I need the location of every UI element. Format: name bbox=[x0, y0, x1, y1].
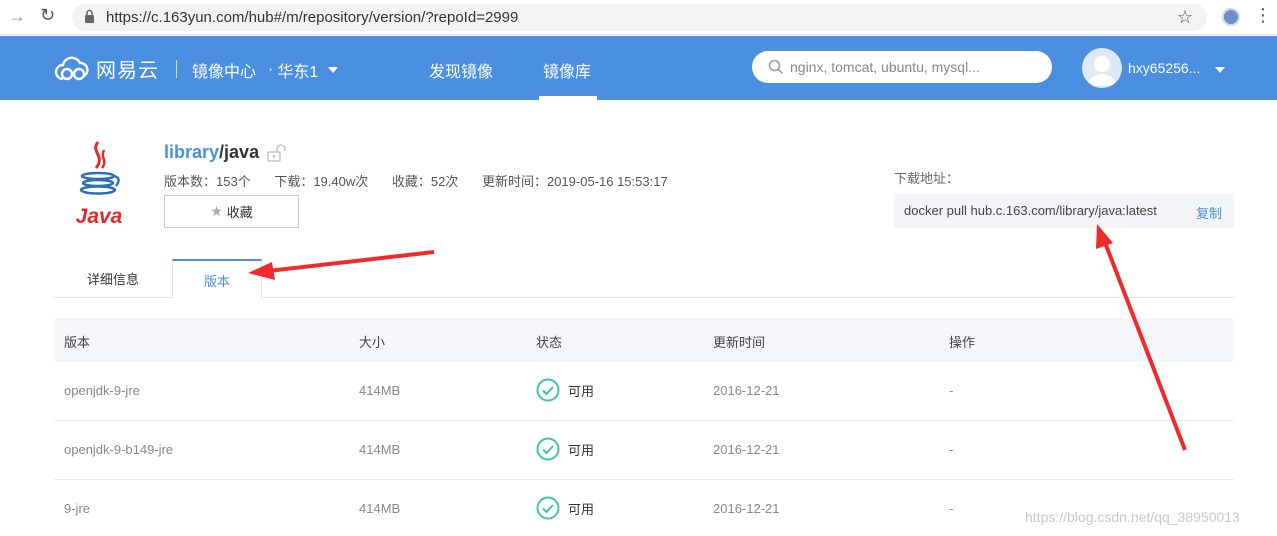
version-count: 版本数：153个 bbox=[164, 174, 251, 189]
row-status-label: 可用 bbox=[568, 501, 595, 517]
header-status: 状态 bbox=[536, 335, 563, 350]
row-size: 414MB bbox=[359, 442, 401, 457]
header-updated: 更新时间 bbox=[713, 335, 766, 350]
avatar[interactable] bbox=[1082, 48, 1122, 88]
page: → ↻ https://c.163yun.com/hub#/m/reposito… bbox=[0, 0, 1277, 536]
search-input[interactable] bbox=[790, 56, 1040, 78]
row-status-label: 可用 bbox=[568, 383, 595, 399]
row-status: 可用 bbox=[536, 378, 594, 402]
repo-meta: 版本数：153个 下载：19.40w次 收藏：52次 更新时间：2019-05-… bbox=[164, 171, 688, 190]
watermark: https://blog.csdn.net/qq_38950013 bbox=[1025, 509, 1240, 525]
row-version: 9-jre bbox=[64, 501, 91, 516]
download-command-box: docker pull hub.c.163.com/library/java:l… bbox=[894, 194, 1234, 228]
header-actions: 操作 bbox=[949, 335, 976, 350]
header-version: 版本 bbox=[64, 335, 91, 350]
row-version: openjdk-9-b149-jre bbox=[64, 442, 174, 457]
download-count: 下载：19.40w次 bbox=[274, 174, 369, 189]
nav-discover[interactable]: 发现镜像 bbox=[429, 58, 493, 82]
table-row: openjdk-9-b149-jre 414MB 可用 2016-12-21 - bbox=[54, 421, 1234, 480]
user-avatar-icon bbox=[1088, 56, 1116, 86]
row-status-label: 可用 bbox=[568, 442, 595, 458]
unlock-icon bbox=[267, 144, 286, 162]
row-updated: 2016-12-21 bbox=[713, 442, 780, 457]
region-dot: · bbox=[268, 61, 274, 78]
nav-repository[interactable]: 镜像库 bbox=[543, 58, 591, 82]
row-version: openjdk-9-jre bbox=[64, 383, 140, 398]
browser-menu-icon[interactable]: ⋮ bbox=[1254, 5, 1272, 26]
row-status: 可用 bbox=[536, 496, 594, 520]
address-bar[interactable]: https://c.163yun.com/hub#/m/repository/v… bbox=[72, 4, 1207, 31]
table-header: 版本 大小 状态 更新时间 操作 bbox=[54, 318, 1234, 362]
lock-icon bbox=[85, 9, 94, 23]
row-size: 414MB bbox=[359, 383, 401, 398]
url-text: https://c.163yun.com/hub#/m/repository/v… bbox=[106, 9, 519, 26]
check-circle-icon bbox=[536, 378, 560, 402]
star-icon: ★ bbox=[210, 203, 223, 219]
repo-name: java bbox=[224, 142, 260, 162]
check-circle-icon bbox=[536, 437, 560, 461]
row-status: 可用 bbox=[536, 437, 594, 461]
search-icon bbox=[768, 59, 784, 75]
header-size: 大小 bbox=[359, 335, 386, 350]
updated-time: 更新时间：2019-05-16 15:53:17 bbox=[481, 174, 668, 189]
table-row: openjdk-9-jre 414MB 可用 2016-12-21 - bbox=[54, 362, 1234, 421]
copy-button[interactable]: 复制 bbox=[1196, 203, 1222, 222]
svg-text:Java: Java bbox=[76, 205, 123, 228]
repo-namespace-link[interactable]: library bbox=[164, 142, 219, 162]
app-header: 网易云 镜像中心 · 华东1 发现镜像 镜像库 hxy65256... bbox=[0, 36, 1277, 100]
row-updated: 2016-12-21 bbox=[713, 501, 780, 516]
browser-toolbar: → ↻ https://c.163yun.com/hub#/m/reposito… bbox=[0, 0, 1277, 35]
java-logo-icon: Java bbox=[76, 141, 123, 228]
row-action: - bbox=[949, 501, 954, 516]
username[interactable]: hxy65256... bbox=[1128, 60, 1200, 76]
forward-arrow-icon[interactable]: → bbox=[8, 6, 26, 27]
download-command[interactable]: docker pull hub.c.163.com/library/java:l… bbox=[904, 203, 1157, 218]
row-action: - bbox=[949, 442, 954, 457]
user-chevron-down-icon[interactable] bbox=[1215, 67, 1225, 73]
logo[interactable]: 网易云 bbox=[54, 54, 159, 83]
extension-icon[interactable] bbox=[1222, 8, 1240, 26]
favorite-button[interactable]: ★ 收藏 bbox=[164, 195, 299, 228]
table-row: 9-jre 414MB 可用 2016-12-21 - bbox=[54, 480, 1234, 536]
search-box[interactable] bbox=[752, 51, 1052, 83]
download-address-label: 下载地址： bbox=[894, 171, 960, 186]
region-selector[interactable]: · 华东1 bbox=[268, 58, 339, 82]
favorite-button-label: 收藏 bbox=[226, 205, 253, 220]
bookmark-star-icon[interactable]: ☆ bbox=[1177, 7, 1193, 28]
row-action: - bbox=[949, 383, 954, 398]
cloud-logo-icon bbox=[54, 56, 89, 80]
region-label: 华东1 bbox=[277, 64, 319, 81]
versions-table: 版本 大小 状态 更新时间 操作 openjdk-9-jre 414MB 可用 … bbox=[54, 318, 1234, 536]
hub-name[interactable]: 镜像中心 bbox=[192, 58, 256, 82]
tab-versions[interactable]: 版本 bbox=[172, 259, 262, 299]
logo-text: 网易云 bbox=[96, 60, 159, 82]
row-size: 414MB bbox=[359, 501, 401, 516]
tab-bar: 详细信息 版本 bbox=[54, 259, 1234, 299]
header-divider bbox=[176, 60, 177, 78]
favorite-count: 收藏：52次 bbox=[391, 174, 459, 189]
row-updated: 2016-12-21 bbox=[713, 383, 780, 398]
tab-details[interactable]: 详细信息 bbox=[54, 259, 172, 298]
repo-title: library/java bbox=[164, 142, 259, 163]
chevron-down-icon bbox=[328, 67, 339, 73]
reload-icon[interactable]: ↻ bbox=[40, 5, 55, 26]
check-circle-icon bbox=[536, 496, 560, 520]
nav-active-indicator bbox=[539, 96, 597, 100]
